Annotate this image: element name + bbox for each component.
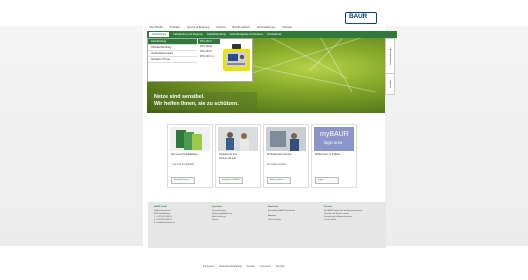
teaser-button[interactable]: Kontakt mit BAUR	[219, 177, 243, 184]
service-image	[266, 127, 306, 151]
logo-text: BAUR	[349, 13, 367, 20]
training-image	[218, 127, 258, 151]
topnav-item[interactable]: BAUR weltweit	[233, 26, 250, 29]
dropdown-item[interactable]: Software ITS Lite	[148, 57, 197, 63]
teaser-title: Der neue Produktkatalog	[171, 153, 198, 156]
baur-logo[interactable]: BAUR Leading the Way	[345, 12, 377, 25]
main-navigation: Kabelbrüfung Kabelprüfung und Diagnose K…	[147, 31, 397, 38]
teaser-title: Schleifen für Ihre	[219, 153, 238, 156]
topnav-item[interactable]: Veranstaltungen	[257, 26, 276, 29]
dropdown-category-list: Kabelbrüfung Öl/Isolierölprüfung Verkauf…	[148, 39, 197, 63]
footer: BAUR GmbH Raiffeisenstraße 8 6832 Sulz/A…	[148, 202, 386, 248]
footer-link[interactable]: Offene Stellen	[268, 219, 314, 222]
topnav-item[interactable]: Produkte	[170, 26, 180, 29]
mainnav-item[interactable]: Kabelprüfung und Diagnose	[173, 33, 203, 36]
dropdown-product-list: DTA 100 C DTA 100 E DTA 100 C DTA 100 C …	[198, 39, 220, 59]
product-device-image	[223, 44, 250, 71]
footer-link[interactable]: Presse	[212, 219, 258, 222]
mainnav-item[interactable]: Kabelfehlerortung	[207, 33, 226, 36]
hero-text: Netze sind sensibel. Wir helfen Ihnen, s…	[151, 92, 257, 110]
teaser-button[interactable]: Produkt-Teaser	[171, 177, 195, 184]
teaser-row: Der neue Produktkatalog – auf sich ein E…	[167, 124, 377, 189]
bottom-link[interactable]: Datenschutzerklärung	[219, 266, 241, 268]
logo-slogan: Leading the Way	[352, 23, 367, 25]
teaser-card: Der neue Produktkatalog – auf sich ein E…	[167, 124, 213, 188]
bottom-link[interactable]: Impressum	[260, 266, 271, 268]
top-navigation: Über BAUR Produkte Service & Beratung Ka…	[149, 26, 292, 29]
dropdown-item[interactable]: DTA 100 C L	[198, 54, 220, 59]
teaser-button[interactable]: Mehr erfahren	[267, 177, 291, 184]
mainnav-item[interactable]: Produktfinder	[267, 33, 281, 36]
bottom-link[interactable]: Impressum	[203, 266, 214, 268]
mybaur-subtitle: login area	[324, 140, 343, 145]
mainnav-item[interactable]: Kabelbrüfung	[149, 32, 170, 37]
teaser-title: Willkommen zu myBaur	[315, 153, 341, 156]
teaser-card: Professioneller Service für unsere Kunde…	[263, 124, 309, 188]
footer-heading: Quicklinks	[212, 206, 223, 208]
footer-line: in Ihrer Nähe	[324, 219, 337, 221]
teaser-title: Professioneller Service	[267, 153, 292, 156]
bottom-links: Impressum Datenschutzerklärung Kontakt I…	[203, 266, 284, 268]
teaser-subtitle: – auf sich ein Einblick	[171, 163, 194, 166]
footer-column: Quicklinks Presseberichte Weiterung Aufk…	[212, 206, 258, 222]
teaser-card: myBAUR login area Willkommen zu myBaur L…	[311, 124, 357, 188]
footer-link[interactable]: Anmeldung BAUR Newsletter	[268, 210, 314, 213]
footer-column: BAUR GmbH Raiffeisenstraße 8 6832 Sulz/A…	[154, 206, 200, 225]
footer-heading: BAUR GmbH	[154, 206, 167, 208]
bottom-link[interactable]: Kontakt	[247, 266, 255, 268]
bottom-link[interactable]: Sitemap	[276, 266, 284, 268]
teaser-subtitle: für unsere Kunden	[267, 163, 287, 166]
topnav-item[interactable]: Service & Beratung	[187, 26, 209, 29]
language-selector[interactable]: Deutsch	[282, 26, 292, 29]
hero-headline: Netze sind sensibel.	[154, 94, 205, 100]
teaser-card: Schleifen für Ihre Partner voll aus Kont…	[215, 124, 261, 188]
mybaur-title: myBAUR	[320, 131, 349, 138]
footer-heading: Newsletter	[268, 206, 279, 208]
login-button[interactable]: Login	[315, 177, 339, 184]
footer-heading: Karriere	[268, 215, 276, 217]
contact-tab[interactable]: Kontakt	[385, 73, 395, 95]
products-dropdown: Kabelbrüfung Öl/Isolierölprüfung Verkauf…	[147, 38, 253, 82]
topnav-item[interactable]: Karriere	[216, 26, 225, 29]
footer-column: Newsletter Anmeldung BAUR Newsletter Kar…	[268, 206, 314, 222]
footer-heading: Kontakt	[324, 206, 332, 208]
mainnav-item[interactable]: Isolieröltestgeräte und Systeme	[230, 33, 264, 36]
hero-subheadline: Wir helfen Ihnen, sie zu schützen.	[154, 101, 239, 107]
header: Über BAUR Produkte Service & Beratung Ka…	[143, 4, 385, 34]
catalog-image	[170, 127, 210, 151]
footer-email-link[interactable]: E. headoffice@baur.at	[154, 222, 200, 225]
footer-column: Kontakt Bei BAUR finden Sie die Ansprech…	[324, 206, 370, 222]
mybaur-banner[interactable]: myBAUR login area	[314, 127, 354, 151]
topnav-item[interactable]: Über BAUR	[149, 26, 163, 29]
teaser-title-line2: Partner voll aus	[219, 157, 236, 160]
